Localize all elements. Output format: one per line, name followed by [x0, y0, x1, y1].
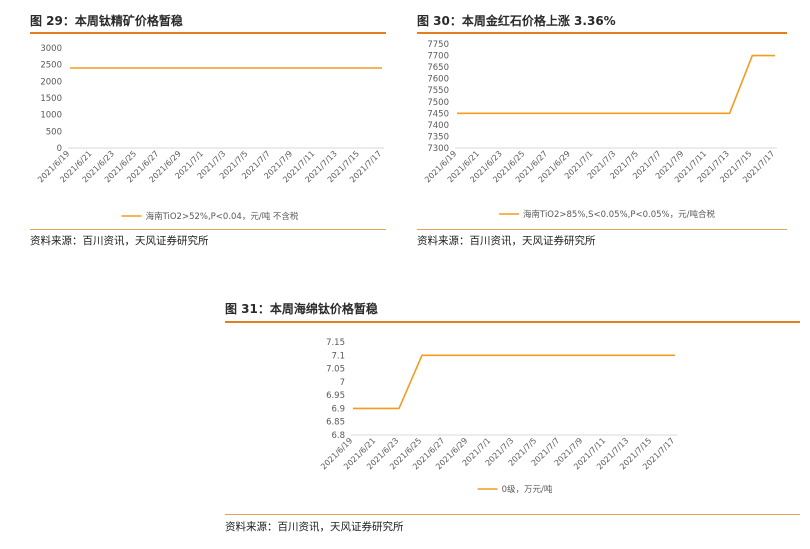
- chart-title: 图 31：本周海绵钛价格暂稳: [225, 302, 378, 316]
- title-rule: [225, 321, 800, 323]
- y-tick-label: 7700: [427, 52, 449, 62]
- chart-panel-31: 图 31：本周海绵钛价格暂稳 6.8 6.85 6.9 6.95 7 7.05 7.1 7.1…: [225, 300, 800, 540]
- chart-title: 图 30：本周金红石价格上涨 3.36%: [417, 14, 616, 28]
- line-chart-titanium-sponge: 6.86.856.96.9577.057.17.152021/6/192021/…: [319, 338, 677, 495]
- y-tick-label: 6.95: [326, 391, 345, 401]
- y-tick-label: 2500: [40, 61, 62, 71]
- y-tick-label: 1000: [40, 111, 62, 121]
- y-tick-label: 7.05: [326, 365, 345, 375]
- source-rule: [30, 229, 386, 230]
- y-tick-label: 7.1: [331, 351, 345, 361]
- y-tick-label: 7: [340, 378, 345, 388]
- y-tick-label: 3000: [40, 44, 62, 54]
- line-chart-ilmenite: 0500100015002000250030002021/6/192021/6/…: [36, 44, 384, 222]
- y-tick-label: 7650: [427, 63, 449, 73]
- y-tick-label: 6.85: [326, 418, 345, 428]
- y-tick-label: 1500: [40, 94, 62, 104]
- series-line: [353, 354, 675, 410]
- y-tick-label: 2000: [40, 77, 62, 87]
- legend-label: 海南TiO2>52%,P<0.04，元/吨 不含税: [146, 211, 299, 222]
- chart-panel-29: 图 29：本周钛精矿价格暂稳 0 500 1000 1500 2000 2500 3000 2…: [30, 12, 386, 252]
- y-tick-label: 7300: [427, 144, 449, 154]
- y-tick-label: 7600: [427, 75, 449, 85]
- y-tick-label: 6.9: [331, 404, 345, 414]
- y-tick-label: 6.8: [331, 431, 345, 441]
- y-tick-label: 500: [46, 127, 62, 137]
- y-tick-label: 7.15: [326, 338, 345, 348]
- y-tick-label: 7750: [427, 40, 449, 50]
- source-rule: [417, 229, 787, 230]
- line-chart-rutile: 7300 73507400 74507500 75507600 76507700 7750…: [423, 40, 777, 220]
- source-note: 资料来源：百川资讯，天风证券研究所: [225, 521, 404, 533]
- source-rule: [225, 514, 800, 515]
- title-rule: [30, 32, 386, 34]
- y-tick-label: 7350: [427, 132, 449, 142]
- title-rule: [417, 32, 787, 34]
- source-note: 资料来源：百川资讯，天风证券研究所: [30, 235, 209, 247]
- legend-label: 海南TiO2>85%,S<0.05%,P<0.05%，元/吨合税: [523, 209, 715, 220]
- y-tick-label: 7500: [427, 98, 449, 108]
- y-tick-label: 7400: [427, 121, 449, 131]
- y-tick-label: 7450: [427, 109, 449, 119]
- source-note: 资料来源：百川资讯，天风证券研究所: [417, 235, 596, 247]
- chart-panel-30: 图 30：本周金红石价格上涨 3.36% 7300 7350 7400 7450 750…: [417, 12, 787, 252]
- chart-title: 图 29：本周钛精矿价格暂稳: [30, 14, 183, 28]
- legend-label: 0级，万元/吨: [502, 484, 553, 495]
- y-tick-label: 7550: [427, 86, 449, 96]
- series-line: [457, 54, 775, 115]
